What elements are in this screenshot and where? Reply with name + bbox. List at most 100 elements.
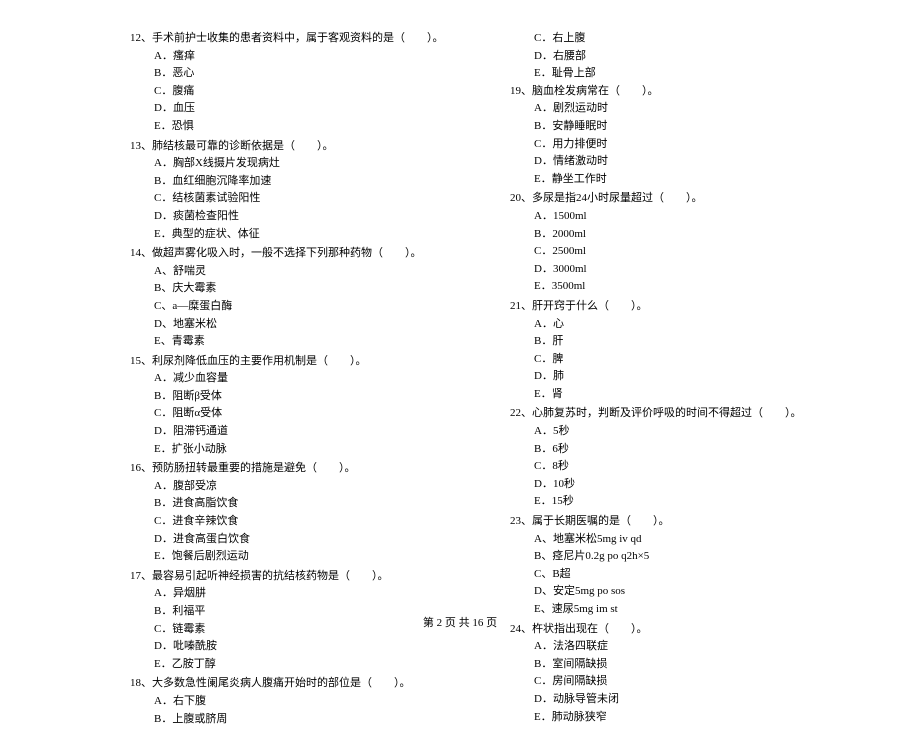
- option-item: C．8秒: [534, 458, 830, 476]
- options-list: A．心B．肝C．脾D．肺E．肾: [510, 316, 830, 404]
- question: 12、手术前护士收集的患者资料中，属于客观资料的是（ ）。A．瘙痒B．恶心C．腹…: [130, 30, 450, 136]
- option-item: D．肺: [534, 368, 830, 386]
- option-item: B．进食高脂饮食: [154, 495, 450, 513]
- option-item: A．1500ml: [534, 208, 830, 226]
- option-item: E．3500ml: [534, 278, 830, 296]
- question-stem: 18、大多数急性阑尾炎病人腹痛开始时的部位是（ ）。: [130, 675, 450, 693]
- option-item: D．血压: [154, 100, 450, 118]
- option-item: A．右下腹: [154, 693, 450, 711]
- option-item: E．静坐工作时: [534, 171, 830, 189]
- option-item: A．胸部X线摄片发现病灶: [154, 155, 450, 173]
- options-list: A．剧烈运动时B．安静睡眠时C．用力排便时D．情绪激动时E．静坐工作时: [510, 100, 830, 188]
- question-stem: 22、心肺复苏时，判断及评价呼吸的时间不得超过（ ）。: [510, 405, 830, 423]
- option-item: D．动脉导管未闭: [534, 691, 830, 709]
- option-item: E．典型的症状、体征: [154, 226, 450, 244]
- option-item: E．肾: [534, 386, 830, 404]
- option-item: B．室间隔缺损: [534, 656, 830, 674]
- option-item: A．腹部受凉: [154, 478, 450, 496]
- options-list: A．5秒B．6秒C．8秒D．10秒E．15秒: [510, 423, 830, 511]
- option-item: B．恶心: [154, 65, 450, 83]
- question: 21、肝开窍于什么（ ）。A．心B．肝C．脾D．肺E．肾: [510, 298, 830, 404]
- question: 24、杵状指出现在（ ）。A．法洛四联症B．室间隔缺损C．房间隔缺损D．动脉导管…: [510, 621, 830, 727]
- question: 15、利尿剂降低血压的主要作用机制是（ ）。A．减少血容量B．阻断β受体C．阻断…: [130, 353, 450, 459]
- option-item: C．房间隔缺损: [534, 673, 830, 691]
- question-stem: 19、脑血栓发病常在（ ）。: [510, 83, 830, 101]
- options-list: A．瘙痒B．恶心C．腹痛D．血压E．恐惧: [130, 48, 450, 136]
- option-item: B．血红细胞沉降率加速: [154, 173, 450, 191]
- question: 18、大多数急性阑尾炎病人腹痛开始时的部位是（ ）。A．右下腹B．上腹或脐周: [130, 675, 450, 728]
- option-item: E．扩张小动脉: [154, 441, 450, 459]
- option-item: B、痉尼片0.2g po q2h×5: [534, 548, 830, 566]
- question-stem: 13、肺结核最可靠的诊断依据是（ ）。: [130, 138, 450, 156]
- option-item: A．减少血容量: [154, 370, 450, 388]
- option-item: C．2500ml: [534, 243, 830, 261]
- options-list: A．右下腹B．上腹或脐周: [130, 693, 450, 728]
- option-item: A．瘙痒: [154, 48, 450, 66]
- option-item: B、庆大霉素: [154, 280, 450, 298]
- option-item: C．右上腹: [534, 30, 830, 48]
- option-item: D、地塞米松: [154, 316, 450, 334]
- option-item: E．饱餐后剧烈运动: [154, 548, 450, 566]
- option-item: E、青霉素: [154, 333, 450, 351]
- option-item: E．恐惧: [154, 118, 450, 136]
- options-list: A．胸部X线摄片发现病灶B．血红细胞沉降率加速C．结核菌素试验阳性D．痰菌检查阳…: [130, 155, 450, 243]
- option-item: C、a—糜蛋白酶: [154, 298, 450, 316]
- option-item: A、舒喘灵: [154, 263, 450, 281]
- options-list: C．右上腹D．右腰部E．耻骨上部: [510, 30, 830, 83]
- page-footer: 第 2 页 共 16 页: [0, 614, 920, 630]
- question: 19、脑血栓发病常在（ ）。A．剧烈运动时B．安静睡眠时C．用力排便时D．情绪激…: [510, 83, 830, 189]
- option-item: D．进食高蛋白饮食: [154, 531, 450, 549]
- option-item: D．吡嗪酰胺: [154, 638, 450, 656]
- question-stem: 20、多尿是指24小时尿量超过（ ）。: [510, 190, 830, 208]
- option-item: E．肺动脉狭窄: [534, 709, 830, 727]
- question: 20、多尿是指24小时尿量超过（ ）。A．1500mlB．2000mlC．250…: [510, 190, 830, 296]
- question-stem: 23、属于长期医嘱的是（ ）。: [510, 513, 830, 531]
- option-item: E．耻骨上部: [534, 65, 830, 83]
- option-item: B．肝: [534, 333, 830, 351]
- option-item: B．上腹或脐周: [154, 711, 450, 729]
- option-item: E．乙胺丁醇: [154, 656, 450, 674]
- question-stem: 21、肝开窍于什么（ ）。: [510, 298, 830, 316]
- question: 22、心肺复苏时，判断及评价呼吸的时间不得超过（ ）。A．5秒B．6秒C．8秒D…: [510, 405, 830, 511]
- option-item: B．阻断β受体: [154, 388, 450, 406]
- question-stem: 12、手术前护士收集的患者资料中，属于客观资料的是（ ）。: [130, 30, 450, 48]
- option-item: B．6秒: [534, 441, 830, 459]
- option-item: E．15秒: [534, 493, 830, 511]
- option-item: D．3000ml: [534, 261, 830, 279]
- option-item: D、安定5mg po sos: [534, 583, 830, 601]
- option-item: B．安静睡眠时: [534, 118, 830, 136]
- option-item: C．用力排便时: [534, 136, 830, 154]
- option-item: B．2000ml: [534, 226, 830, 244]
- option-item: D．右腰部: [534, 48, 830, 66]
- question-stem: 16、预防肠扭转最重要的措施是避免（ ）。: [130, 460, 450, 478]
- option-item: D．10秒: [534, 476, 830, 494]
- question: 16、预防肠扭转最重要的措施是避免（ ）。A．腹部受凉B．进食高脂饮食C．进食辛…: [130, 460, 450, 566]
- option-item: D．情绪激动时: [534, 153, 830, 171]
- option-item: C．阻断α受体: [154, 405, 450, 423]
- option-item: A．5秒: [534, 423, 830, 441]
- question: 13、肺结核最可靠的诊断依据是（ ）。A．胸部X线摄片发现病灶B．血红细胞沉降率…: [130, 138, 450, 244]
- option-item: C．结核菌素试验阳性: [154, 190, 450, 208]
- option-item: C．腹痛: [154, 83, 450, 101]
- option-item: C、B超: [534, 566, 830, 584]
- options-list: A．减少血容量B．阻断β受体C．阻断α受体D．阻滞钙通道E．扩张小动脉: [130, 370, 450, 458]
- option-item: C．脾: [534, 351, 830, 369]
- question-stem: 17、最容易引起听神经损害的抗结核药物是（ ）。: [130, 568, 450, 586]
- option-item: C．进食辛辣饮食: [154, 513, 450, 531]
- question: 23、属于长期医嘱的是（ ）。A、地塞米松5mg iv qdB、痉尼片0.2g …: [510, 513, 830, 619]
- options-list: A、地塞米松5mg iv qdB、痉尼片0.2g po q2h×5C、B超D、安…: [510, 531, 830, 619]
- question: 14、做超声雾化吸入时，一般不选择下列那种药物（ ）。A、舒喘灵B、庆大霉素C、…: [130, 245, 450, 351]
- question-stem: 14、做超声雾化吸入时，一般不选择下列那种药物（ ）。: [130, 245, 450, 263]
- option-item: D．阻滞钙通道: [154, 423, 450, 441]
- options-list: A、舒喘灵B、庆大霉素C、a—糜蛋白酶D、地塞米松E、青霉素: [130, 263, 450, 351]
- option-item: D．痰菌检查阳性: [154, 208, 450, 226]
- options-list: A．腹部受凉B．进食高脂饮食C．进食辛辣饮食D．进食高蛋白饮食E．饱餐后剧烈运动: [130, 478, 450, 566]
- option-item: A．异烟肼: [154, 585, 450, 603]
- options-list: A．1500mlB．2000mlC．2500mlD．3000mlE．3500ml: [510, 208, 830, 296]
- option-item: A．法洛四联症: [534, 638, 830, 656]
- option-item: A、地塞米松5mg iv qd: [534, 531, 830, 549]
- option-item: A．剧烈运动时: [534, 100, 830, 118]
- option-item: A．心: [534, 316, 830, 334]
- question-stem: 15、利尿剂降低血压的主要作用机制是（ ）。: [130, 353, 450, 371]
- options-list: A．法洛四联症B．室间隔缺损C．房间隔缺损D．动脉导管未闭E．肺动脉狭窄: [510, 638, 830, 726]
